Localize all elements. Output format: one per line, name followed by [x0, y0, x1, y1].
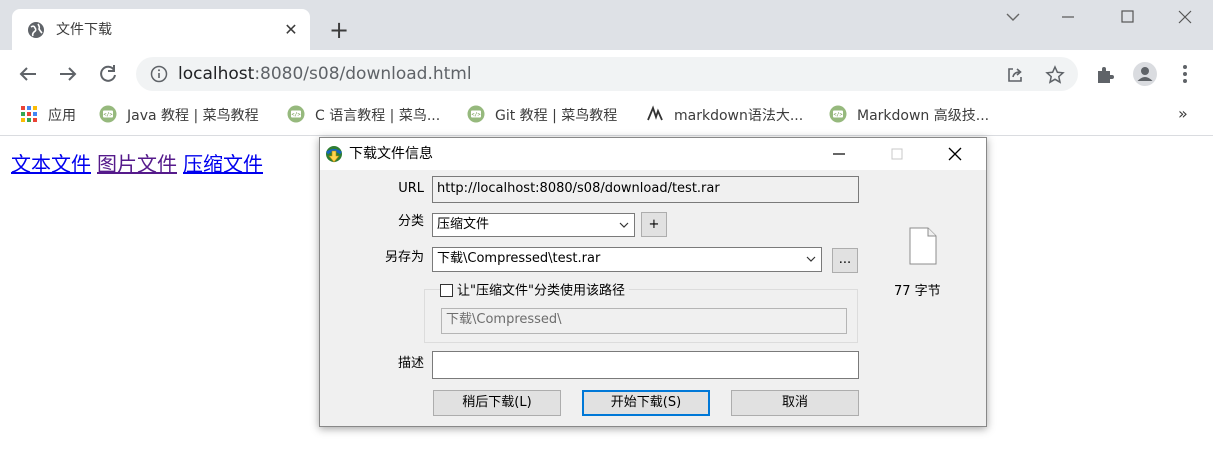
bookmark-c[interactable]: </> C 语言教程 | 菜鸟... [287, 105, 440, 127]
use-path-checkbox[interactable] [440, 284, 453, 297]
tab-search-chevron-icon[interactable] [998, 6, 1028, 28]
runoob-icon: </> [467, 105, 485, 123]
back-arrow-icon[interactable] [14, 60, 42, 88]
site-info-icon[interactable] [150, 65, 168, 83]
use-path-checkbox-label: 让"压缩文件"分类使用该路径 [457, 283, 625, 299]
bookmark-star-icon[interactable] [1045, 65, 1065, 85]
link-text-file[interactable]: 文本文件 [11, 152, 91, 176]
globe-icon [28, 22, 44, 38]
forward-arrow-icon[interactable] [54, 60, 82, 88]
download-later-button[interactable]: 稍后下载(L) [433, 390, 561, 416]
tab-title: 文件下载 [56, 22, 112, 38]
maximize-icon[interactable] [1112, 6, 1142, 28]
page-links: 文本文件 图片文件 压缩文件 [11, 148, 269, 177]
start-download-button[interactable]: 开始下载(S) [582, 390, 710, 416]
saveas-value: 下载\Compressed\test.rar [437, 251, 601, 266]
category-label: 分类 [397, 214, 424, 229]
browser-toolbar: localhost:8080/s08/download.html [0, 50, 1213, 97]
markdown-icon [647, 105, 663, 121]
bookmark-java[interactable]: </> Java 教程 | 菜鸟教程 [99, 105, 259, 127]
browse-button[interactable]: ... [832, 248, 858, 273]
saveas-combo[interactable]: 下载\Compressed\test.rar [432, 247, 822, 272]
dialog-titlebar[interactable]: 下载文件信息 [320, 138, 986, 170]
url-value: http://localhost:8080/s08/download/test.… [437, 181, 720, 196]
bookmark-label: markdown语法大... [674, 108, 804, 124]
address-host: localhost [178, 64, 255, 84]
url-field[interactable]: http://localhost:8080/s08/download/test.… [432, 176, 859, 203]
bookmarks-overflow-button[interactable]: » [1178, 104, 1188, 123]
profile-avatar-icon[interactable] [1133, 62, 1157, 86]
runoob-icon: </> [829, 105, 847, 123]
minimize-icon[interactable] [1053, 6, 1083, 28]
download-manager-icon [326, 146, 342, 163]
category-path-field: 下载\Compressed\ [441, 308, 847, 334]
share-icon[interactable] [1005, 65, 1025, 85]
url-label: URL [398, 181, 424, 196]
browser-tab[interactable]: 文件下载 ✕ [12, 9, 310, 50]
svg-text:</>: </> [471, 112, 480, 118]
more-menu-icon[interactable] [1173, 62, 1197, 86]
bookmark-markdown[interactable]: markdown语法大... [646, 105, 803, 127]
bookmark-markdown-advanced[interactable]: </> Markdown 高级技... [829, 105, 989, 127]
bookmark-label: Git 教程 | 菜鸟教程 [495, 108, 618, 124]
reload-icon[interactable] [94, 60, 122, 88]
bookmark-label: Java 教程 | 菜鸟教程 [127, 108, 259, 124]
description-field[interactable] [432, 351, 859, 379]
saveas-label: 另存为 [384, 250, 424, 265]
svg-text:</>: </> [103, 112, 112, 118]
bookmarks-bar: 应用 </> Java 教程 | 菜鸟教程 </> C 语言教程 | 菜鸟...… [0, 97, 1213, 136]
bookmark-label: Markdown 高级技... [857, 108, 990, 124]
svg-text:</>: </> [291, 112, 300, 118]
file-icon [909, 227, 937, 265]
apps-grid-icon [21, 106, 37, 122]
dialog-minimize-icon[interactable] [828, 144, 850, 164]
link-image-file[interactable]: 图片文件 [97, 152, 177, 176]
bookmark-apps[interactable]: 应用 [20, 105, 76, 127]
tab-strip: 文件下载 ✕ + [0, 0, 1213, 50]
chevron-down-icon [619, 222, 629, 228]
bookmark-label: C 语言教程 | 菜鸟... [315, 108, 441, 124]
file-size-text: 77 字节 [894, 284, 941, 299]
bookmark-git[interactable]: </> Git 教程 | 菜鸟教程 [467, 105, 617, 127]
address-path: :8080/s08/download.html [254, 64, 472, 84]
add-category-button[interactable]: + [641, 212, 667, 237]
dialog-close-icon[interactable] [944, 144, 966, 164]
link-archive-file[interactable]: 压缩文件 [183, 152, 263, 176]
category-path-value: 下载\Compressed\ [446, 312, 562, 327]
bookmark-label: 应用 [48, 108, 76, 124]
runoob-icon: </> [99, 105, 117, 123]
category-value: 压缩文件 [437, 217, 490, 232]
download-dialog: 下载文件信息 URL http://localhost:8080/s08/dow… [319, 137, 987, 427]
new-tab-button[interactable]: + [324, 17, 354, 43]
svg-text:</>: </> [833, 112, 842, 118]
address-bar[interactable]: localhost:8080/s08/download.html [136, 57, 1078, 91]
dialog-maximize-icon [891, 148, 903, 160]
tab-close-icon[interactable]: ✕ [280, 19, 302, 41]
extensions-puzzle-icon[interactable] [1094, 62, 1118, 86]
cancel-button[interactable]: 取消 [731, 390, 859, 416]
chevron-down-icon [806, 256, 816, 262]
use-path-checkbox-row[interactable]: 让"压缩文件"分类使用该路径 [440, 281, 629, 299]
category-select[interactable]: 压缩文件 [432, 213, 635, 237]
close-window-icon[interactable] [1170, 6, 1200, 28]
address-text[interactable]: localhost:8080/s08/download.html [178, 64, 472, 84]
runoob-icon: </> [287, 105, 305, 123]
description-label: 描述 [397, 356, 424, 371]
dialog-title: 下载文件信息 [349, 146, 433, 162]
